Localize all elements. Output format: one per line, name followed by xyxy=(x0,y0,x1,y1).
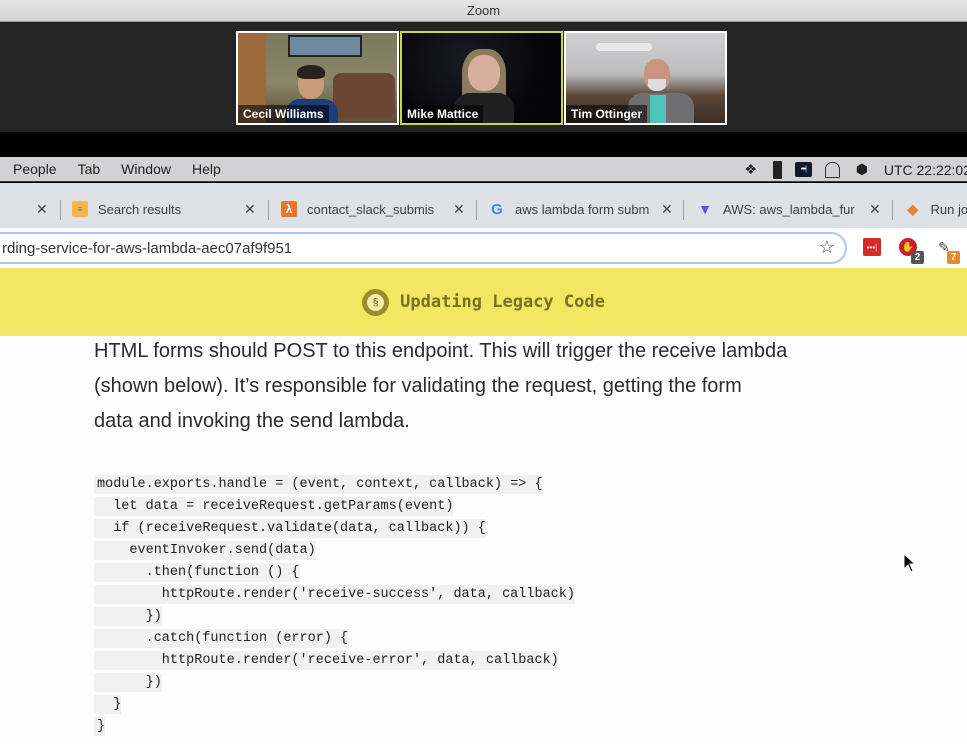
course-logo-icon: § xyxy=(362,288,390,316)
participant-name: Tim Ottinger xyxy=(566,105,648,123)
browser-tab-strip: ✕ ≡ Search results ✕ λ contact_slack_sub… xyxy=(0,183,967,228)
lastpass-extension[interactable]: •••| xyxy=(862,237,882,257)
code-line: } xyxy=(94,716,575,738)
gitlab-icon: ◆ xyxy=(907,200,919,217)
screen-share-gap xyxy=(0,132,967,157)
participant-name: Mike Mattice xyxy=(402,105,484,123)
third-extension[interactable]: ✎ 7 xyxy=(934,237,960,264)
code-line: }) xyxy=(94,672,575,694)
code-block: module.exports.handle = (event, context,… xyxy=(94,474,575,738)
menu-bar-clock[interactable]: UTC 22:22:02 xyxy=(884,162,967,178)
extension-badge: 7 xyxy=(947,251,960,264)
code-line: .catch(function (error) { xyxy=(94,628,575,650)
code-line: eventInvoker.send(data) xyxy=(94,540,575,562)
search-results-icon: ≡ xyxy=(72,201,88,217)
tab-label: Search results xyxy=(98,201,182,217)
tab-separator xyxy=(60,200,61,220)
address-bar-url[interactable]: rding-service-for-aws-lambda-aec07af9f95… xyxy=(2,240,292,257)
close-icon[interactable]: ✕ xyxy=(244,201,256,218)
tab-label: AWS: aws_lambda_fur xyxy=(723,201,855,217)
zoom-video-strip: Cecil Williams Mike Mattice Tim Ottinger xyxy=(0,22,967,132)
code-line: if (receiveRequest.validate(data, callba… xyxy=(94,518,575,540)
close-icon[interactable]: ✕ xyxy=(36,201,48,218)
address-bar[interactable]: rding-service-for-aws-lambda-aec07af9f95… xyxy=(0,232,847,264)
adblock-extension[interactable]: ✋ 2 xyxy=(898,237,924,264)
participant-tile-mike-mattice[interactable]: Mike Mattice xyxy=(400,31,563,125)
close-icon[interactable]: ✕ xyxy=(453,201,465,218)
course-banner: § Updating Legacy Code xyxy=(0,268,967,336)
participant-name: Cecil Williams xyxy=(238,105,329,123)
extension-badge: 2 xyxy=(911,251,924,264)
tab-separator xyxy=(268,200,269,220)
code-line: httpRoute.render('receive-error', data, … xyxy=(94,650,575,672)
menu-help[interactable]: Help xyxy=(192,161,221,177)
participant-tile-cecil-williams[interactable]: Cecil Williams xyxy=(236,31,399,125)
mouse-cursor-icon xyxy=(903,553,917,573)
bookmark-star-icon[interactable]: ☆ xyxy=(819,237,835,258)
menu-window[interactable]: Window xyxy=(121,161,171,177)
tab-terraform-aws-lambda[interactable]: ▼ AWS: aws_lambda_fur ✕ xyxy=(697,194,887,224)
code-line: }) xyxy=(94,606,575,628)
browser-toolbar: rding-service-for-aws-lambda-aec07af9f95… xyxy=(0,228,967,268)
zoom-window-title: Zoom xyxy=(466,3,501,18)
tab-separator xyxy=(683,200,684,220)
code-line: } xyxy=(94,694,575,716)
lastpass-icon: •••| xyxy=(863,238,881,256)
paragraph-line: data and invoking the send lambda. xyxy=(94,410,410,432)
tab-gitlab-run-job[interactable]: ◆ Run jo xyxy=(905,194,967,224)
tab-label: Run jo xyxy=(930,201,967,217)
article-paragraph: HTML forms should POST to this endpoint.… xyxy=(94,334,884,439)
document-icon[interactable] xyxy=(772,160,782,179)
course-banner-title: Updating Legacy Code xyxy=(400,292,605,312)
menu-bar-status-area: ❖ •••| ⬢ UTC 22:22:02 xyxy=(742,157,967,182)
terraform-icon: ▼ xyxy=(698,201,712,217)
menu-people[interactable]: People xyxy=(13,161,57,177)
tab-partial[interactable]: ✕ xyxy=(0,194,60,224)
paragraph-line: HTML forms should POST to this endpoint.… xyxy=(94,340,788,362)
tab-search-results[interactable]: ≡ Search results ✕ xyxy=(72,194,264,224)
code-line: httpRoute.render('receive-success', data… xyxy=(94,584,575,606)
close-icon[interactable]: ✕ xyxy=(869,201,881,218)
paragraph-line: (shown below). It’s responsible for vali… xyxy=(94,375,742,397)
password-manager-icon[interactable]: •••| xyxy=(794,162,812,177)
package-icon[interactable]: ⬢ xyxy=(853,161,871,178)
menu-tab[interactable]: Tab xyxy=(78,161,101,177)
tab-google-search[interactable]: G aws lambda form subm ✕ xyxy=(489,194,679,224)
code-line: module.exports.handle = (event, context,… xyxy=(94,474,575,496)
zoom-window-titlebar: Zoom xyxy=(0,0,967,22)
macos-menu-bar: People Tab Window Help ❖ •••| ⬢ UTC 22:2… xyxy=(0,157,967,182)
tab-label: aws lambda form subm xyxy=(515,201,650,217)
rounded-window-icon[interactable] xyxy=(824,161,840,178)
dropbox-icon[interactable]: ❖ xyxy=(742,161,760,178)
code-line: .then(function () { xyxy=(94,562,575,584)
aws-lambda-icon: λ xyxy=(281,201,297,217)
tab-separator xyxy=(476,200,477,220)
google-icon: G xyxy=(491,200,503,218)
tab-label: contact_slack_submis xyxy=(307,201,435,217)
close-icon[interactable]: ✕ xyxy=(661,201,673,218)
tab-contact-slack-submission[interactable]: λ contact_slack_submis ✕ xyxy=(281,194,471,224)
participant-tile-tim-ottinger[interactable]: Tim Ottinger xyxy=(564,31,727,125)
code-line: let data = receiveRequest.getParams(even… xyxy=(94,496,575,518)
web-page-content: § Updating Legacy Code HTML forms should… xyxy=(0,268,967,744)
tab-separator xyxy=(892,200,893,220)
